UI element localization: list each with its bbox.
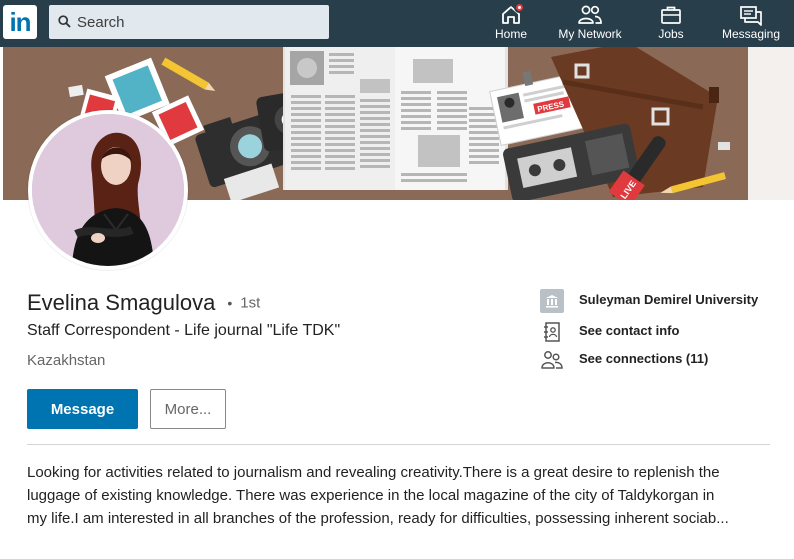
profile-name: Evelina Smagulova <box>27 290 216 315</box>
profile-name-row: Evelina Smagulova • 1st <box>27 290 260 318</box>
nav-jobs[interactable]: Jobs <box>649 2 693 46</box>
profile-headline: Staff Correspondent - Life journal "Life… <box>27 322 341 339</box>
search-box[interactable] <box>49 5 329 39</box>
nav-messaging[interactable]: Messaging <box>717 2 785 46</box>
network-icon <box>578 5 602 24</box>
linkedin-logo[interactable]: in <box>3 5 37 39</box>
nav-home[interactable]: Home <box>488 2 534 46</box>
top-nav: in Home My Network <box>0 0 794 47</box>
school-icon <box>540 289 564 313</box>
profile-photo[interactable] <box>28 110 188 270</box>
profile-summary[interactable]: Looking for activities related to journa… <box>27 461 772 530</box>
briefcase-icon <box>661 6 681 24</box>
summary-line: luggage of existing knowledge. There was… <box>27 487 715 504</box>
connections-icon <box>540 348 564 372</box>
education-name: Suleyman Demirel University <box>579 292 759 307</box>
nav-my-network[interactable]: My Network <box>552 2 628 46</box>
nav-my-network-label: My Network <box>558 27 622 41</box>
more-button[interactable]: More... <box>150 389 226 429</box>
connection-degree: 1st <box>240 294 261 312</box>
notification-badge <box>514 2 525 13</box>
section-divider <box>27 444 770 445</box>
logo-text: in <box>9 7 31 37</box>
nav-messaging-label: Messaging <box>721 27 781 41</box>
nav-home-label: Home <box>494 27 527 41</box>
summary-line: Looking for activities related to journa… <box>27 464 720 481</box>
profile-photo-image <box>32 114 184 266</box>
nav-jobs-label: Jobs <box>658 27 684 41</box>
summary-line: my life.I am interested in all branches … <box>27 510 729 527</box>
separator-dot: • <box>227 295 233 311</box>
search-icon <box>58 15 71 28</box>
contact-info-label: See contact info <box>579 323 680 338</box>
contact-card-icon <box>540 320 564 344</box>
connections-label: See connections (11) <box>579 351 709 366</box>
profile-card: PRESS LIVE Evelina Smagulova • 1st Staff… <box>3 47 794 559</box>
search-input[interactable] <box>77 5 322 39</box>
message-button[interactable]: Message <box>27 389 138 429</box>
messaging-icon <box>740 6 762 26</box>
profile-location: Kazakhstan <box>27 352 106 369</box>
